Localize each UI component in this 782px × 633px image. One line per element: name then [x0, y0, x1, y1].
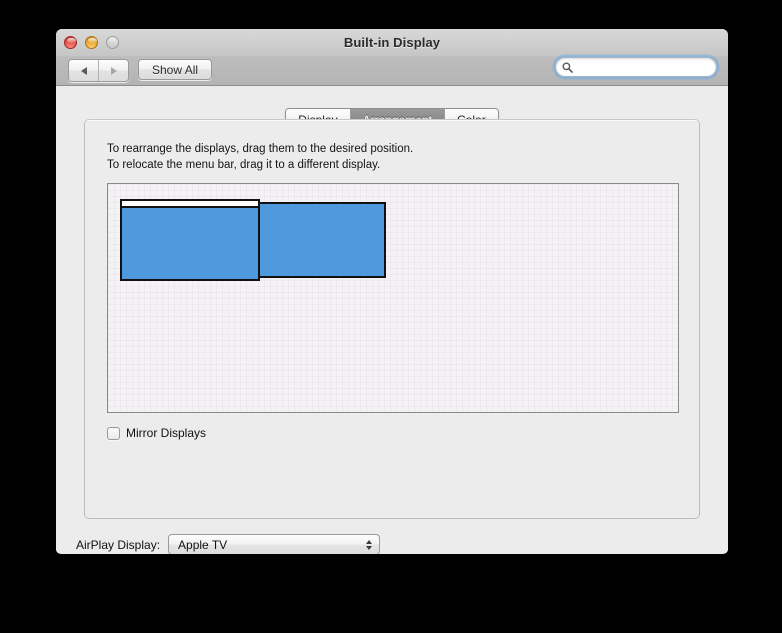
display-arrangement-canvas[interactable] [107, 183, 679, 413]
display-secondary[interactable] [258, 202, 386, 278]
search-icon [562, 62, 573, 73]
navigation-segmented-control [68, 59, 129, 82]
mirror-displays-checkbox[interactable] [107, 427, 120, 440]
menu-bar-strip[interactable] [122, 201, 258, 208]
search-field[interactable] [555, 57, 717, 77]
chevron-left-icon [81, 67, 87, 75]
airplay-display-popup[interactable]: Apple TV [168, 534, 380, 554]
window-titlebar: Built-in Display Show All [56, 29, 728, 86]
window-title: Built-in Display [56, 35, 728, 50]
airplay-display-label: AirPlay Display: [76, 538, 160, 552]
forward-button [98, 60, 128, 81]
preferences-window: Built-in Display Show All Display Arrang… [56, 29, 728, 554]
chevron-updown-icon [366, 540, 372, 550]
airplay-display-row: AirPlay Display: Apple TV [76, 534, 380, 554]
airplay-display-value: Apple TV [178, 538, 227, 552]
mirror-displays-label: Mirror Displays [126, 426, 206, 440]
search-input[interactable] [576, 61, 708, 73]
show-all-button[interactable]: Show All [138, 59, 212, 80]
arrangement-panel: To rearrange the displays, drag them to … [84, 119, 700, 519]
display-primary[interactable] [120, 199, 260, 281]
mirror-displays-row[interactable]: Mirror Displays [107, 426, 206, 440]
window-content: Display Arrangement Color To rearrange t… [56, 86, 728, 553]
chevron-right-icon [111, 67, 117, 75]
arrangement-instructions: To rearrange the displays, drag them to … [107, 142, 413, 173]
back-button[interactable] [69, 60, 98, 81]
